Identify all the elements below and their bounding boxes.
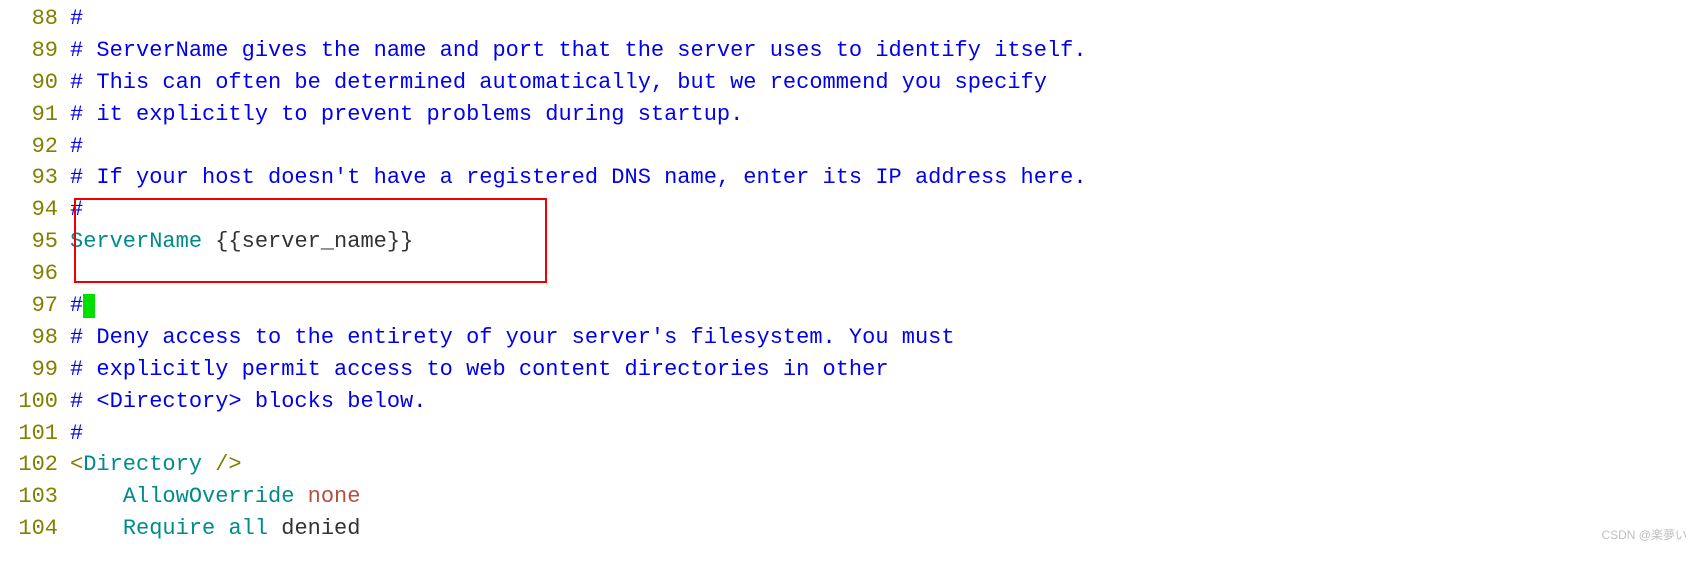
token: Directory <box>83 452 202 477</box>
code-line[interactable]: 90# This can often be determined automat… <box>0 67 1695 99</box>
token: # <box>70 293 83 318</box>
line-content: Require all denied <box>70 513 1695 545</box>
line-content: <Directory /> <box>70 449 1695 481</box>
code-line[interactable]: 92# <box>0 131 1695 163</box>
token: # <box>70 6 83 31</box>
token: Require <box>123 516 215 541</box>
text-cursor <box>83 294 95 318</box>
code-line[interactable]: 99# explicitly permit access to web cont… <box>0 354 1695 386</box>
code-line[interactable]: 88# <box>0 3 1695 35</box>
line-content: # <box>70 131 1695 163</box>
token: # <box>70 421 83 446</box>
line-number: 104 <box>0 513 70 545</box>
line-content: # <box>70 418 1695 450</box>
token: AllowOverride <box>123 484 295 509</box>
line-content: # Deny access to the entirety of your se… <box>70 322 1695 354</box>
line-number: 93 <box>0 162 70 194</box>
line-content: # <box>70 290 1695 322</box>
line-number: 102 <box>0 449 70 481</box>
code-line[interactable]: 89# ServerName gives the name and port t… <box>0 35 1695 67</box>
code-line[interactable]: 100# <Directory> blocks below. <box>0 386 1695 418</box>
line-number: 89 <box>0 35 70 67</box>
token <box>70 484 123 509</box>
code-line[interactable]: 94# <box>0 194 1695 226</box>
line-number: 95 <box>0 226 70 258</box>
line-content: # <box>70 194 1695 226</box>
line-number: 99 <box>0 354 70 386</box>
token <box>70 516 123 541</box>
token: # it explicitly to prevent problems duri… <box>70 102 743 127</box>
line-content: ServerName {{server_name}} <box>70 226 1695 258</box>
line-content: # ServerName gives the name and port tha… <box>70 35 1695 67</box>
line-number: 103 <box>0 481 70 513</box>
line-number: 88 <box>0 3 70 35</box>
line-number: 92 <box>0 131 70 163</box>
token: /> <box>202 452 242 477</box>
token: < <box>70 452 83 477</box>
code-line[interactable]: 91# it explicitly to prevent problems du… <box>0 99 1695 131</box>
token: # explicitly permit access to web conten… <box>70 357 889 382</box>
line-content: # explicitly permit access to web conten… <box>70 354 1695 386</box>
token: {{server_name}} <box>202 229 413 254</box>
token: # <Directory> blocks below. <box>70 389 426 414</box>
line-number: 91 <box>0 99 70 131</box>
token: all <box>228 516 268 541</box>
code-line[interactable]: 104 Require all denied <box>0 513 1695 545</box>
line-content: # <box>70 3 1695 35</box>
token: # ServerName gives the name and port tha… <box>70 38 1087 63</box>
line-content <box>70 258 1695 290</box>
code-line[interactable]: 102<Directory /> <box>0 449 1695 481</box>
token <box>215 516 228 541</box>
line-number: 100 <box>0 386 70 418</box>
code-line[interactable]: 98# Deny access to the entirety of your … <box>0 322 1695 354</box>
token: denied <box>268 516 360 541</box>
line-number: 101 <box>0 418 70 450</box>
token: # If your host doesn't have a registered… <box>70 165 1087 190</box>
line-number: 97 <box>0 290 70 322</box>
line-number: 96 <box>0 258 70 290</box>
token: # This can often be determined automatic… <box>70 70 1047 95</box>
token: # Deny access to the entirety of your se… <box>70 325 955 350</box>
line-content: # it explicitly to prevent problems duri… <box>70 99 1695 131</box>
watermark: CSDN @楽夢い <box>1601 527 1687 544</box>
line-content: AllowOverride none <box>70 481 1695 513</box>
token <box>294 484 307 509</box>
token: # <box>70 197 83 222</box>
line-number: 94 <box>0 194 70 226</box>
code-line[interactable]: 95ServerName {{server_name}} <box>0 226 1695 258</box>
line-content: # This can often be determined automatic… <box>70 67 1695 99</box>
code-container: 88#89# ServerName gives the name and por… <box>0 3 1695 545</box>
line-number: 98 <box>0 322 70 354</box>
line-content: # <Directory> blocks below. <box>70 386 1695 418</box>
token: # <box>70 134 83 159</box>
line-content: # If your host doesn't have a registered… <box>70 162 1695 194</box>
token: none <box>308 484 361 509</box>
code-line[interactable]: 103 AllowOverride none <box>0 481 1695 513</box>
token: ServerName <box>70 229 202 254</box>
line-number: 90 <box>0 67 70 99</box>
code-line[interactable]: 101# <box>0 418 1695 450</box>
code-line[interactable]: 96 <box>0 258 1695 290</box>
code-line[interactable]: 93# If your host doesn't have a register… <box>0 162 1695 194</box>
code-line[interactable]: 97# <box>0 290 1695 322</box>
